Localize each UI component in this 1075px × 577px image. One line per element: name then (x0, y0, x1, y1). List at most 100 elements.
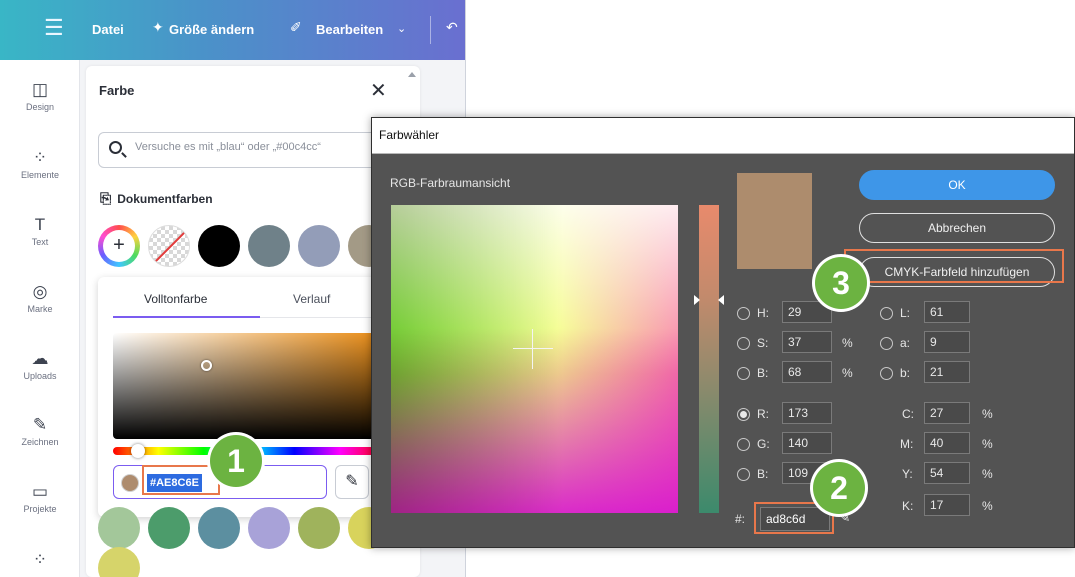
dialog-title: Farbwähler (379, 128, 440, 142)
document-color-swatch[interactable] (248, 225, 290, 267)
input-h[interactable]: 29 (782, 301, 832, 323)
close-icon[interactable]: ✕ (370, 78, 387, 103)
eyedropper-icon[interactable]: ✎ (335, 465, 369, 499)
sidebar-item-apps[interactable]: ⁘ (0, 550, 80, 570)
label-m: M: (900, 437, 914, 451)
slider-handle[interactable] (694, 295, 724, 307)
input-b-lab[interactable]: 21 (924, 361, 970, 383)
crosshair-horizontal (513, 348, 553, 349)
search-input[interactable] (135, 141, 385, 153)
panel-title: Farbe (99, 83, 135, 98)
color-slider[interactable] (699, 205, 719, 513)
highlight-hex-canva (142, 465, 220, 495)
percent-m: % (982, 437, 993, 451)
ok-button[interactable]: OK (859, 170, 1055, 200)
radio-b-hsb[interactable] (737, 367, 750, 380)
tab-gradient[interactable]: Verlauf (293, 292, 330, 306)
label-b-lab: b: (900, 366, 911, 380)
dialog-titlebar: Farbwähler (372, 118, 1074, 154)
radio-a[interactable] (880, 337, 893, 350)
hex-label: #: (735, 512, 746, 526)
label-s: S: (757, 336, 769, 350)
document-color-swatch[interactable] (198, 225, 240, 267)
color-picker-dialog: Farbwähler RGB-Farbraumansicht OK Abbrec… (371, 117, 1075, 548)
color-swatch[interactable] (248, 507, 290, 549)
input-l[interactable]: 61 (924, 301, 970, 323)
color-swatch[interactable] (198, 507, 240, 549)
sidebar-item-label: Text (31, 237, 49, 247)
undo-icon[interactable]: ↶ (446, 19, 458, 36)
radio-g[interactable] (737, 438, 750, 451)
scroll-up-arrow[interactable] (408, 72, 416, 77)
color-knob[interactable] (201, 360, 212, 371)
sidebar-item-marke[interactable]: ◎ Marke (0, 282, 80, 314)
highlight-cmyk-button (844, 249, 1064, 283)
document-colors-heading: ⎘ Dokumentfarben (100, 190, 213, 207)
color-swatch[interactable] (98, 507, 140, 549)
sidebar-item-projekte[interactable]: ▭ Projekte (0, 482, 80, 514)
color-swatch[interactable] (298, 507, 340, 549)
no-color-swatch[interactable] (148, 225, 190, 267)
input-y[interactable]: 54 (924, 462, 970, 484)
label-l: L: (900, 306, 911, 320)
cancel-button[interactable]: Abbrechen (859, 213, 1055, 243)
sidebar-item-label: Zeichnen (21, 437, 59, 447)
percent-k: % (982, 499, 993, 513)
screenshot-root: ☰ Datei ✦ Größe ändern ✐ Bearbeiten ⌄ ↶ … (0, 0, 1075, 577)
input-c[interactable]: 27 (924, 402, 970, 424)
hue-slider-handle[interactable] (131, 444, 145, 458)
input-b-hsb[interactable]: 68 (782, 361, 832, 383)
toolbar-divider (430, 16, 431, 44)
radio-b-rgb[interactable] (737, 468, 750, 481)
radio-l[interactable] (880, 307, 893, 320)
input-g[interactable]: 140 (782, 432, 832, 454)
document-color-swatch[interactable] (298, 225, 340, 267)
color-search[interactable] (98, 132, 398, 168)
pencil-icon: ✐ (290, 19, 302, 35)
sidebar-item-design[interactable]: ◫ Design (0, 80, 80, 112)
sidebar-item-label: Uploads (23, 371, 57, 381)
layout-icon: ◫ (31, 80, 49, 99)
sidebar-item-uploads[interactable]: ☁ Uploads (0, 349, 80, 381)
tab-solid-color[interactable]: Volltonfarbe (144, 292, 207, 306)
label-y: Y: (902, 467, 913, 481)
label-g: G: (757, 437, 770, 451)
color-swatch[interactable] (98, 547, 140, 577)
current-color-dot (121, 474, 139, 492)
radio-b-lab[interactable] (880, 367, 893, 380)
cloud-upload-icon: ☁ (31, 349, 49, 368)
edit-menu[interactable]: Bearbeiten (316, 22, 383, 37)
color-swatch[interactable] (148, 507, 190, 549)
input-a[interactable]: 9 (924, 331, 970, 353)
slider-right-arrow-icon (718, 295, 724, 305)
resize-button[interactable]: Größe ändern (169, 22, 254, 37)
percent-b: % (842, 366, 853, 380)
crosshair-vertical (532, 329, 533, 369)
input-k[interactable]: 17 (924, 494, 970, 516)
input-m[interactable]: 40 (924, 432, 970, 454)
sidebar-item-zeichnen[interactable]: ✎ Zeichnen (0, 415, 80, 447)
percent-s: % (842, 336, 853, 350)
color-field[interactable] (391, 205, 678, 513)
radio-r[interactable] (737, 408, 750, 421)
top-toolbar: ☰ Datei ✦ Größe ändern ✐ Bearbeiten ⌄ ↶ (0, 0, 465, 60)
percent-c: % (982, 407, 993, 421)
radio-h[interactable] (737, 307, 750, 320)
radio-s[interactable] (737, 337, 750, 350)
plus-icon: + (103, 230, 135, 262)
add-color-button[interactable]: + (98, 225, 140, 267)
sparkle-icon: ✦ (152, 19, 164, 35)
brand-icon: ◎ (32, 282, 48, 301)
sidebar-item-elemente[interactable]: ⁘ Elemente (0, 148, 80, 180)
sidebar: ◫ Design ⁘ Elemente T Text ◎ Marke ☁ Uploads ✎ Zeic… (0, 60, 80, 577)
file-menu[interactable]: Datei (92, 22, 124, 37)
color-field-shade (391, 205, 678, 513)
saturation-value-area[interactable] (113, 333, 385, 439)
sidebar-item-label: Design (25, 102, 54, 112)
input-s[interactable]: 37 (782, 331, 832, 353)
input-r[interactable]: 173 (782, 402, 832, 424)
hamburger-icon[interactable]: ☰ (44, 17, 64, 39)
sidebar-item-text[interactable]: T Text (0, 215, 80, 247)
slider-left-arrow-icon (694, 295, 700, 305)
step-badge-2: 2 (813, 462, 865, 514)
